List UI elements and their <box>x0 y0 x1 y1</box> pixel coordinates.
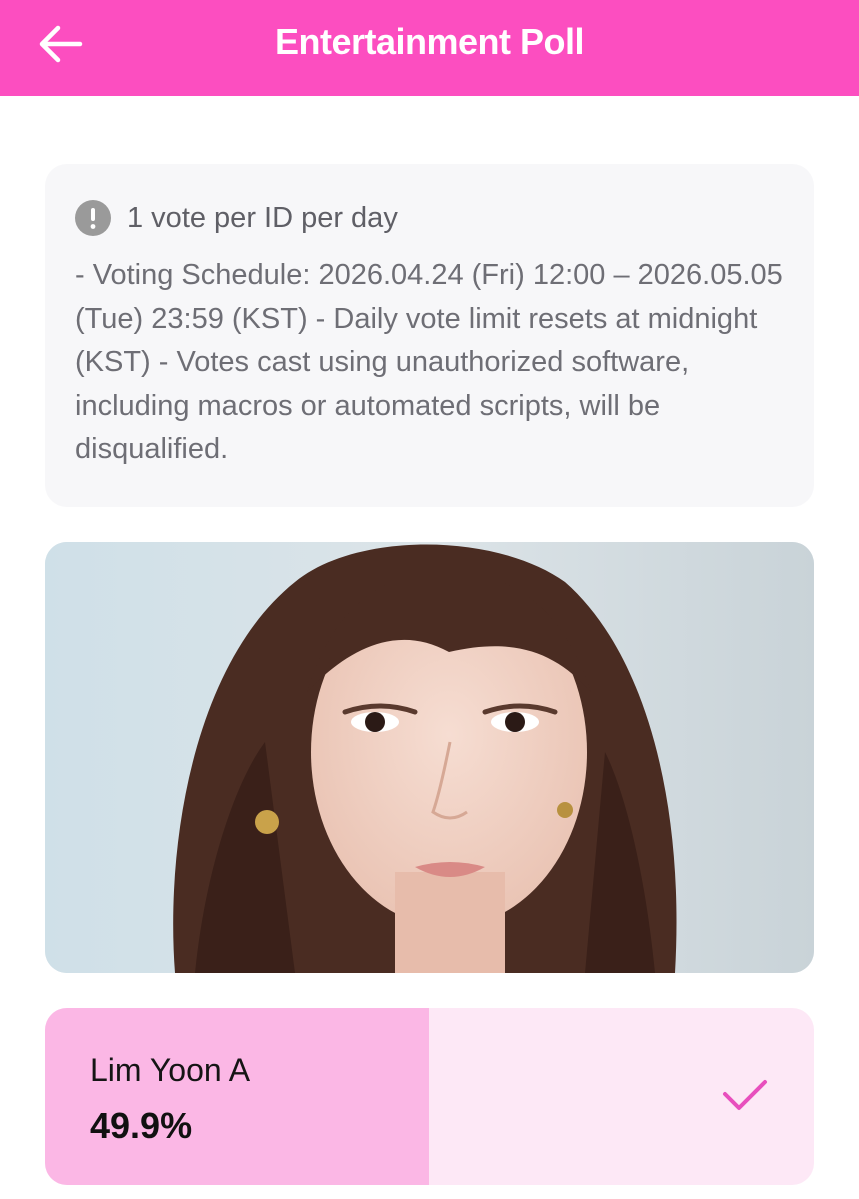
candidate-photo <box>45 542 814 973</box>
vote-percentage-bar <box>45 1008 429 1185</box>
app-header: Entertainment Poll <box>0 0 859 96</box>
back-button[interactable] <box>32 20 88 68</box>
notice-body: - Voting Schedule: 2026.04.24 (Fri) 12:0… <box>75 259 783 465</box>
notice-title: 1 vote per ID per day <box>127 201 398 234</box>
notice-header: 1 vote per ID per day <box>75 200 784 236</box>
candidate-name: Lim Yoon A <box>90 1052 251 1088</box>
alert-circle-icon <box>75 200 111 236</box>
candidate-vote-option[interactable]: Lim Yoon A 49.9% <box>45 1008 814 1185</box>
vote-notice-card: 1 vote per ID per day - Voting Schedule:… <box>45 164 814 507</box>
vote-percentage: 49.9% <box>90 1105 193 1146</box>
arrow-left-icon <box>39 25 83 63</box>
page-title: Entertainment Poll <box>274 21 585 62</box>
checkmark-icon <box>723 1080 767 1110</box>
